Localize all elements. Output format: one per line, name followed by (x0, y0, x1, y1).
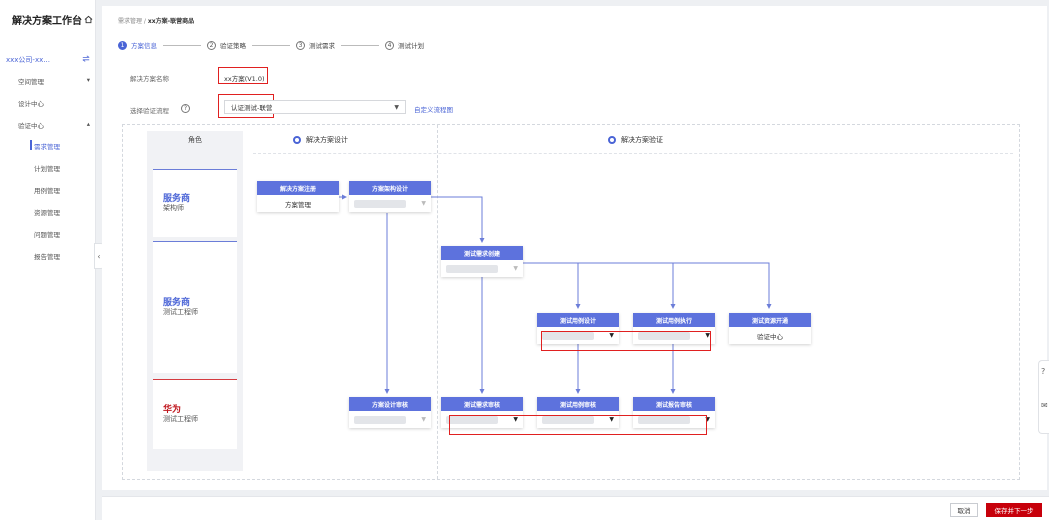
assignee-select[interactable]: ▼ (441, 260, 523, 277)
active-indicator (30, 140, 32, 150)
chevron-up-icon: ▴ (86, 120, 90, 128)
caret-down-icon: ▼ (421, 416, 426, 423)
assignee-select[interactable]: ▼ (349, 411, 431, 428)
floating-help-panel[interactable]: ? ✉ (1038, 360, 1049, 434)
chevron-down-icon: ▾ (86, 76, 90, 84)
cancel-button[interactable]: 取消 (950, 503, 978, 517)
step-3[interactable]: 3 测试需求 (296, 40, 335, 50)
solution-name-label: 解决方案名称 (130, 75, 169, 83)
caret-down-icon: ▼ (394, 103, 399, 111)
workbench-title: 解决方案工作台 (12, 12, 93, 27)
solution-name-value: xx方案(V1.0) (224, 75, 265, 83)
highlight-box (541, 331, 711, 351)
chevron-left-icon: ‹ (97, 251, 101, 261)
node-solution-register[interactable]: 解决方案注册 方案管理 (257, 181, 339, 212)
node-architecture-design[interactable]: 方案架构设计 ▼ (349, 181, 431, 212)
step-connector (341, 44, 379, 46)
flow-diagram: 角色 服务商 架构师 服务商 测试工程师 华为 测试工程师 解决方案设计 解决方… (122, 124, 1020, 480)
highlight-box (449, 415, 707, 435)
save-next-button[interactable]: 保存并下一步 (986, 503, 1042, 517)
company-switcher[interactable]: xxx公司-xx... (6, 55, 90, 65)
sidebar-sub-resources[interactable]: 资源管理 (34, 207, 60, 217)
flow-select[interactable]: 认证测试-联营 ▼ (224, 100, 406, 114)
home-icon[interactable] (84, 15, 93, 24)
sidebar-item-space[interactable]: 空间管理 ▾ (18, 76, 90, 86)
assignee-select[interactable]: ▼ (349, 195, 431, 212)
step-connector (163, 44, 201, 46)
breadcrumb-current: xx方案-联营商品 (147, 18, 195, 25)
flow-select-label: 选择验证流程 (130, 107, 169, 115)
help-icon[interactable]: ? (181, 104, 190, 113)
custom-flow-link[interactable]: 自定义流程图 (414, 104, 453, 114)
help-circle-icon[interactable]: ? (1041, 367, 1045, 376)
footer-bar: 取消 保存并下一步 (102, 496, 1049, 520)
switch-icon[interactable] (82, 55, 90, 63)
step-connector (252, 44, 290, 46)
step-1[interactable]: 1 方案信息 (118, 40, 157, 50)
node-requirement-create[interactable]: 测试需求创建 ▼ (441, 246, 523, 277)
sidebar-item-verify[interactable]: 验证中心 ▴ (18, 120, 90, 130)
node-resource-provision[interactable]: 测试资源开通 验证中心 (729, 313, 811, 344)
sidebar-sub-cases[interactable]: 用例管理 (34, 185, 60, 195)
chat-icon[interactable]: ✉ (1041, 401, 1048, 410)
breadcrumb: 需求管理 / xx方案-联营商品 (118, 16, 194, 25)
main-panel: 需求管理 / xx方案-联营商品 1 方案信息 2 验证策略 3 测试需求 4 测试计划… (102, 6, 1047, 490)
breadcrumb-parent[interactable]: 需求管理 / (118, 18, 148, 25)
node-design-review[interactable]: 方案设计审核 ▼ (349, 397, 431, 428)
sidebar-item-design[interactable]: 设计中心 (18, 98, 90, 108)
sidebar-sub-plan[interactable]: 计划管理 (34, 163, 60, 173)
step-4[interactable]: 4 测试计划 (385, 40, 424, 50)
sidebar: 解决方案工作台 xxx公司-xx... 空间管理 ▾ 设计中心 验证中心 ▴ 需求管… (0, 0, 96, 520)
caret-down-icon: ▼ (513, 265, 518, 272)
sidebar-sub-requirements[interactable]: 需求管理 (34, 141, 60, 151)
sidebar-sub-reports[interactable]: 报告管理 (34, 251, 60, 261)
sidebar-sub-issues[interactable]: 问题管理 (34, 229, 60, 239)
step-2[interactable]: 2 验证策略 (207, 40, 246, 50)
caret-down-icon: ▼ (421, 200, 426, 207)
stepper: 1 方案信息 2 验证策略 3 测试需求 4 测试计划 (118, 40, 424, 50)
